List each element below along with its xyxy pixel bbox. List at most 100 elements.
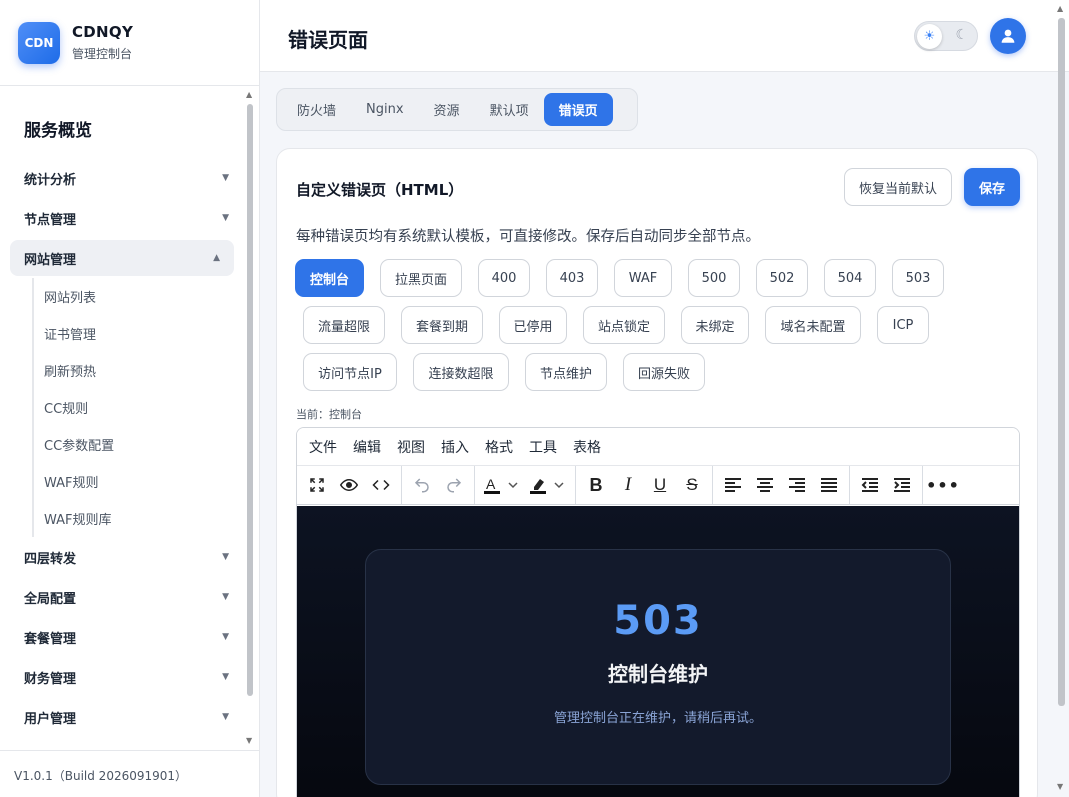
chip-unbound[interactable]: 未绑定 [681, 306, 749, 344]
caret-down-icon: ▼ [222, 592, 229, 602]
chip-502[interactable]: 502 [756, 259, 808, 297]
align-center-icon[interactable] [749, 470, 781, 500]
user-avatar[interactable] [990, 18, 1026, 54]
align-justify-icon[interactable] [813, 470, 845, 500]
chip-connection-limit[interactable]: 连接数超限 [413, 353, 509, 391]
sidebar-item-waf-rules[interactable]: WAF规则 [34, 463, 245, 500]
menu-insert[interactable]: 插入 [441, 437, 469, 457]
svg-text:A: A [486, 476, 496, 492]
version-label: V1.0.1（Build 2026091901） [0, 750, 259, 797]
tab-resources[interactable]: 资源 [419, 93, 475, 126]
menu-tools[interactable]: 工具 [529, 437, 557, 457]
chip-504[interactable]: 504 [824, 259, 876, 297]
chip-disabled[interactable]: 已停用 [499, 306, 567, 344]
chip-503[interactable]: 503 [892, 259, 944, 297]
card-description: 每种错误页均有系统默认模板，可直接修改。保存后自动同步全部节点。 [296, 229, 760, 245]
caret-down-icon: ▼ [222, 712, 229, 722]
tab-nginx[interactable]: Nginx [351, 93, 419, 126]
fullscreen-icon[interactable] [301, 470, 333, 500]
scroll-down-arrow-icon[interactable]: ▼ [246, 736, 252, 745]
text-color-icon[interactable]: A [479, 470, 525, 500]
more-options-icon[interactable]: ••• [926, 470, 959, 500]
preview-eye-icon[interactable] [333, 470, 365, 500]
menu-format[interactable]: 格式 [485, 437, 513, 457]
chip-500[interactable]: 500 [688, 259, 740, 297]
sidebar-item-site-list[interactable]: 网站列表 [34, 278, 245, 315]
nav-group-sites[interactable]: 网站管理 ▲ [10, 240, 234, 276]
toolbar-group-view [297, 466, 402, 504]
nav-group-global[interactable]: 全局配置 ▼ [0, 577, 245, 617]
nav-group-users[interactable]: 用户管理 ▼ [0, 697, 245, 737]
chip-plan-expired[interactable]: 套餐到期 [401, 306, 483, 344]
sidebar-title[interactable]: 服务概览 [0, 86, 245, 158]
strikethrough-icon[interactable]: S [676, 470, 708, 500]
menu-file[interactable]: 文件 [309, 437, 337, 457]
scroll-down-arrow-icon[interactable]: ▼ [1057, 782, 1063, 791]
chip-origin-failed[interactable]: 回源失败 [623, 353, 705, 391]
chip-console[interactable]: 控制台 [295, 259, 364, 297]
current-selection-label: 当前：控制台 [296, 408, 362, 421]
chip-node-maintenance[interactable]: 节点维护 [525, 353, 607, 391]
caret-up-icon: ▲ [213, 253, 220, 263]
chip-node-ip-access[interactable]: 访问节点IP [303, 353, 397, 391]
tab-defaults[interactable]: 默认项 [475, 93, 544, 126]
chip-icp[interactable]: ICP [877, 306, 929, 344]
tab-error-pages[interactable]: 错误页 [543, 93, 613, 126]
preview-error-title: 控制台维护 [608, 662, 708, 686]
bold-icon[interactable]: B [580, 470, 612, 500]
chip-waf[interactable]: WAF [614, 259, 672, 297]
error-type-selector: 控制台 拉黑页面 400 403 WAF 500 502 504 503 流量超… [295, 259, 955, 400]
menu-edit[interactable]: 编辑 [353, 437, 381, 457]
sidebar-item-cc-rules[interactable]: CC规则 [34, 389, 245, 426]
brand-name: CDNQY [72, 23, 134, 41]
caret-down-icon: ▼ [222, 173, 229, 183]
toolbar-group-color: A [475, 466, 576, 504]
brand-logo[interactable]: CDN [18, 21, 60, 64]
undo-icon[interactable] [406, 470, 438, 500]
indent-icon[interactable] [886, 470, 918, 500]
sidebar-item-waf-library[interactable]: WAF规则库 [34, 500, 245, 537]
underline-icon[interactable]: U [644, 470, 676, 500]
sidebar-item-refresh-preheat[interactable]: 刷新预热 [34, 352, 245, 389]
brand: CDN CDNQY 管理控制台 [0, 0, 259, 86]
nav-group-stats[interactable]: 统计分析 ▼ [0, 158, 245, 198]
page-title: 错误页面 [288, 28, 368, 52]
menu-view[interactable]: 视图 [397, 437, 425, 457]
nav-group-label: 节点管理 [24, 212, 77, 228]
nav-group-plans[interactable]: 套餐管理 ▼ [0, 617, 245, 657]
highlight-color-icon[interactable] [525, 470, 571, 500]
sidebar-scrollbar[interactable] [247, 104, 253, 696]
sidebar-item-cc-params[interactable]: CC参数配置 [34, 426, 245, 463]
main-scrollbar[interactable] [1058, 18, 1065, 706]
tab-firewall[interactable]: 防火墙 [282, 93, 351, 126]
sidebar-nav: 服务概览 统计分析 ▼ 节点管理 ▼ 网站管理 ▲ 网站列表 证书管理 刷新预热 CC… [0, 86, 245, 750]
outdent-icon[interactable] [854, 470, 886, 500]
nav-group-label: 套餐管理 [24, 631, 77, 647]
chip-traffic-exceeded[interactable]: 流量超限 [303, 306, 385, 344]
chip-domain-unconfigured[interactable]: 域名未配置 [765, 306, 861, 344]
error-page-preview[interactable]: 503 控制台维护 管理控制台正在维护，请稍后再试。 [297, 506, 1019, 797]
caret-down-icon: ▼ [222, 213, 229, 223]
menu-table[interactable]: 表格 [573, 437, 601, 457]
chip-blacklist[interactable]: 拉黑页面 [380, 259, 462, 297]
chip-site-locked[interactable]: 站点锁定 [583, 306, 665, 344]
editor-menubar: 文件 编辑 视图 插入 格式 工具 表格 [297, 428, 1019, 466]
restore-default-button[interactable]: 恢复当前默认 [844, 168, 952, 206]
scroll-up-arrow-icon[interactable]: ▲ [246, 90, 252, 99]
redo-icon[interactable] [438, 470, 470, 500]
align-left-icon[interactable] [717, 470, 749, 500]
theme-toggle[interactable]: ☀ ☾ [914, 21, 978, 51]
scroll-up-arrow-icon[interactable]: ▲ [1057, 4, 1063, 13]
source-code-icon[interactable] [365, 470, 397, 500]
card-title: 自定义错误页（HTML） [296, 181, 464, 199]
nav-group-l4[interactable]: 四层转发 ▼ [0, 537, 245, 577]
align-right-icon[interactable] [781, 470, 813, 500]
save-button[interactable]: 保存 [964, 168, 1020, 206]
brand-subtitle: 管理控制台 [72, 47, 133, 61]
nav-group-finance[interactable]: 财务管理 ▼ [0, 657, 245, 697]
nav-group-nodes[interactable]: 节点管理 ▼ [0, 198, 245, 238]
sidebar-item-certificates[interactable]: 证书管理 [34, 315, 245, 352]
chip-400[interactable]: 400 [478, 259, 530, 297]
chip-403[interactable]: 403 [546, 259, 598, 297]
italic-icon[interactable]: I [612, 470, 644, 500]
